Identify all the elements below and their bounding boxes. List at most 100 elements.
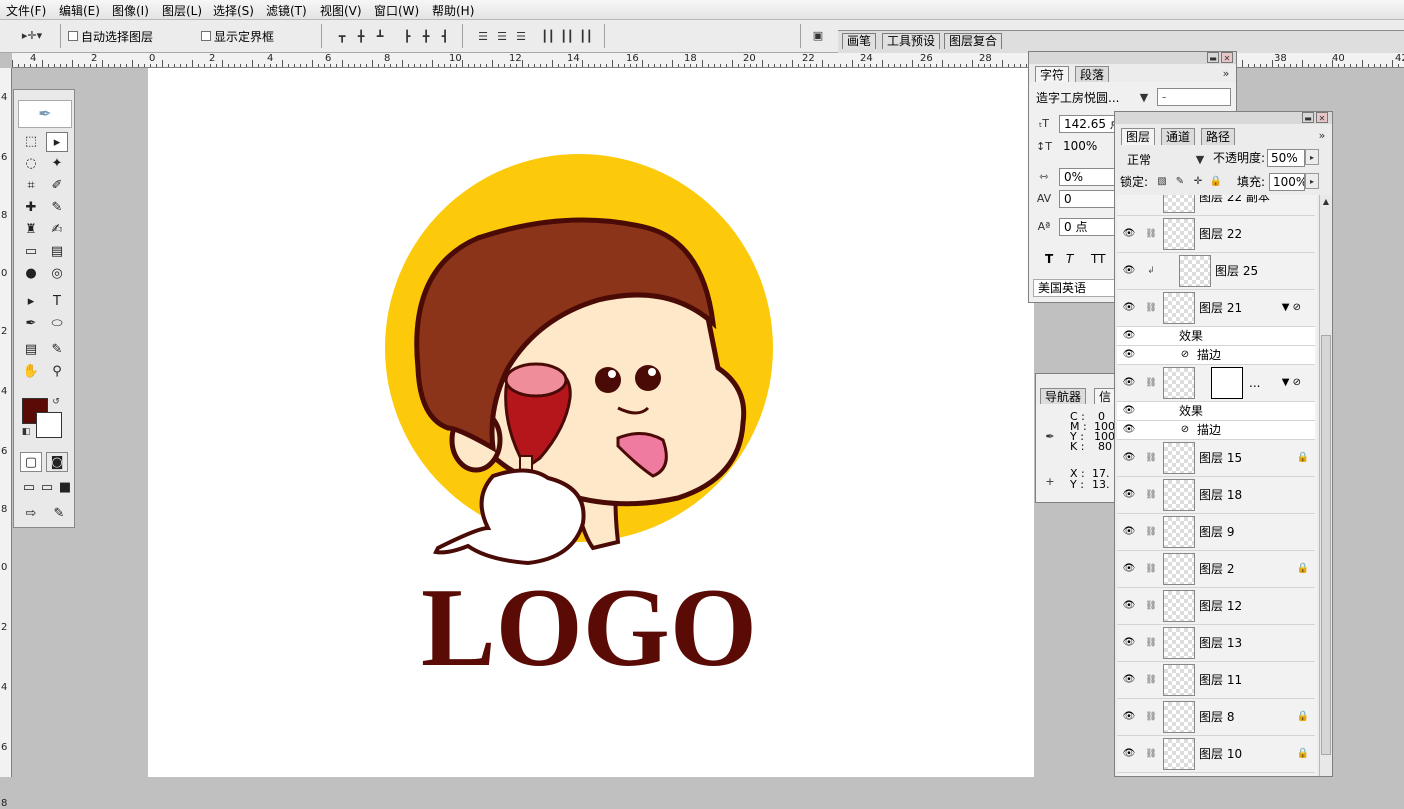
menu-edit[interactable]: 编辑(E): [59, 2, 100, 19]
link-icon[interactable]: ⛓: [1144, 524, 1158, 540]
distribute-hcenter-icon[interactable]: ┃┃: [558, 29, 576, 45]
link-icon[interactable]: ⛓: [1144, 635, 1158, 651]
distribute-bottom-icon[interactable]: ☰: [512, 29, 530, 45]
well-tool-presets[interactable]: 工具预设: [882, 33, 941, 49]
layer-row[interactable]: 👁 ↲ 图层 25: [1117, 253, 1315, 290]
opacity-slider-icon[interactable]: ▸: [1305, 149, 1319, 165]
all-caps-button[interactable]: TT: [1091, 251, 1105, 267]
well-brushes[interactable]: 画笔: [842, 33, 877, 49]
well-layer-comps[interactable]: 图层复合: [944, 33, 1003, 49]
show-bounds-checkbox[interactable]: [201, 31, 211, 41]
layer-row[interactable]: 👁 ⛓ 图层 21 ▼ ⊘: [1117, 290, 1315, 327]
font-family-value[interactable]: 造字工房悦圆...: [1036, 90, 1119, 106]
close-icon[interactable]: ✕: [1221, 52, 1233, 63]
visibility-eye-icon[interactable]: 👁: [1121, 375, 1137, 391]
faux-italic-button[interactable]: T: [1066, 251, 1073, 267]
notes-icon[interactable]: ▤: [20, 340, 42, 360]
layer-row[interactable]: 👁 ⛓ 图层 11: [1117, 662, 1315, 699]
visibility-eye-icon[interactable]: 👁: [1121, 328, 1137, 344]
default-colors-icon[interactable]: ◧: [20, 426, 32, 438]
align-left-icon[interactable]: ┣: [398, 29, 416, 45]
magic-wand-icon[interactable]: ✦: [46, 154, 68, 174]
menu-filter[interactable]: 滤镜(T): [266, 2, 307, 19]
tab-paths[interactable]: 路径: [1201, 128, 1236, 145]
tab-navigator[interactable]: 导航器: [1040, 388, 1087, 405]
visibility-eye-icon[interactable]: 👁: [1121, 598, 1137, 614]
lock-pixels-icon[interactable]: ✎: [1173, 174, 1187, 190]
edit-icon[interactable]: ✎: [48, 504, 70, 524]
fill-slider-icon[interactable]: ▸: [1305, 173, 1319, 189]
slice-icon[interactable]: ✐: [46, 176, 68, 196]
history-brush-icon[interactable]: ✍: [46, 220, 68, 240]
link-icon[interactable]: ⛓: [1144, 598, 1158, 614]
lock-all-icon[interactable]: 🔒: [1209, 174, 1223, 190]
tab-channels[interactable]: 通道: [1161, 128, 1196, 145]
move-tool-preset-icon[interactable]: ▸✛▾: [18, 28, 46, 44]
standard-mode-icon[interactable]: ▢: [20, 452, 42, 472]
crop-icon[interactable]: ⌗: [20, 176, 42, 196]
link-icon[interactable]: ⛓: [1144, 709, 1158, 725]
visibility-eye-icon[interactable]: 👁: [1121, 746, 1137, 762]
blend-mode-dropdown-icon[interactable]: ▼: [1193, 152, 1207, 168]
align-hcenter-icon[interactable]: ╋: [417, 29, 435, 45]
blend-mode-select[interactable]: 正常: [1127, 152, 1151, 168]
menu-view[interactable]: 视图(V): [320, 2, 362, 19]
align-vcenter-icon[interactable]: ╋: [352, 29, 370, 45]
eyedropper-icon[interactable]: ✎: [46, 340, 68, 360]
layer-row[interactable]: 👁 ⛓ 图层 15 🔒: [1117, 440, 1315, 477]
move-icon[interactable]: ▸: [46, 132, 68, 152]
document-canvas[interactable]: LOGO: [148, 68, 1034, 777]
marquee-icon[interactable]: ⬚: [20, 132, 42, 152]
close-icon[interactable]: ✕: [1316, 112, 1328, 123]
layer-row[interactable]: 👁 ⛓ 图层 22: [1117, 216, 1315, 253]
visibility-eye-icon[interactable]: 👁: [1121, 635, 1137, 651]
visibility-eye-icon[interactable]: 👁: [1121, 672, 1137, 688]
layer-row[interactable]: 👁 ⛓ 图层 18: [1117, 477, 1315, 514]
brush-icon[interactable]: ✎: [46, 198, 68, 218]
healing-icon[interactable]: ✚: [20, 198, 42, 218]
align-top-icon[interactable]: ┳: [333, 29, 351, 45]
visibility-eye-icon[interactable]: 👁: [1121, 226, 1137, 242]
visibility-eye-icon[interactable]: 👁: [1121, 347, 1137, 363]
visibility-eye-icon[interactable]: 👁: [1121, 300, 1137, 316]
menu-help[interactable]: 帮助(H): [432, 2, 474, 19]
distribute-vcenter-icon[interactable]: ☰: [493, 29, 511, 45]
hand-icon[interactable]: ✋: [20, 362, 42, 382]
layer-row[interactable]: 👁 ⛓ 图层 8 🔒: [1117, 699, 1315, 736]
gradient-icon[interactable]: ▤: [46, 242, 68, 262]
blur-icon[interactable]: ●: [20, 264, 42, 284]
layer-row[interactable]: 👁 ⛓... ▼ ⊘: [1117, 365, 1315, 402]
link-icon[interactable]: ⛓: [1144, 226, 1158, 242]
quickmask-mode-icon[interactable]: ◙: [46, 452, 68, 472]
menu-image[interactable]: 图像(I): [112, 2, 149, 19]
menu-file[interactable]: 文件(F): [6, 2, 46, 19]
fx-effects-icon[interactable]: ▼ ⊘: [1282, 376, 1301, 390]
lock-transparency-icon[interactable]: ▧: [1155, 174, 1169, 190]
visibility-eye-icon[interactable]: 👁: [1121, 487, 1137, 503]
lasso-icon[interactable]: ◌: [20, 154, 42, 174]
auto-select-checkbox[interactable]: [68, 31, 78, 41]
screen-mode-full-icon[interactable]: ■: [54, 478, 76, 498]
layer-row[interactable]: 👁 ⛓ 图层 2 🔒: [1117, 551, 1315, 588]
link-icon[interactable]: ⛓: [1144, 300, 1158, 316]
distribute-right-icon[interactable]: ┃┃: [577, 29, 595, 45]
swap-colors-icon[interactable]: ↺: [50, 396, 62, 408]
layer-row[interactable]: 图层 22 副本: [1117, 195, 1315, 216]
pen-icon[interactable]: ✒: [20, 314, 42, 334]
opacity-input[interactable]: 50%: [1267, 149, 1305, 167]
link-icon[interactable]: ⛓: [1144, 672, 1158, 688]
tab-layers[interactable]: 图层: [1121, 128, 1156, 145]
path-select-icon[interactable]: ▸: [20, 292, 42, 312]
distribute-left-icon[interactable]: ┃┃: [539, 29, 557, 45]
zoom-icon[interactable]: ⚲: [46, 362, 68, 382]
faux-bold-button[interactable]: T: [1045, 251, 1053, 267]
clipping-arrow-icon[interactable]: ↲: [1144, 263, 1158, 279]
effects-header-row[interactable]: 👁 效果: [1117, 402, 1315, 421]
distribute-top-icon[interactable]: ☰: [474, 29, 492, 45]
dodge-icon[interactable]: ◎: [46, 264, 68, 284]
visibility-eye-icon[interactable]: 👁: [1121, 450, 1137, 466]
link-icon[interactable]: ⛓: [1144, 561, 1158, 577]
background-color-swatch[interactable]: [36, 412, 62, 438]
align-right-icon[interactable]: ┫: [436, 29, 454, 45]
effect-row[interactable]: 👁 ⊘ 描边: [1117, 346, 1315, 365]
